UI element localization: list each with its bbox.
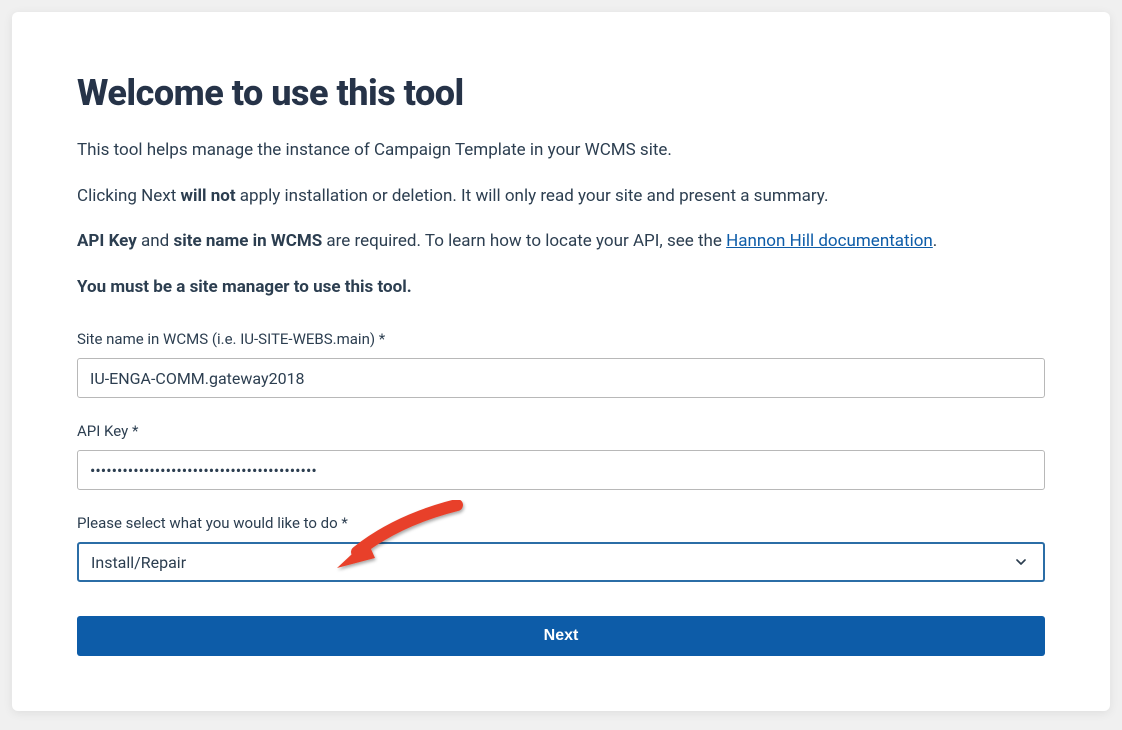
api-key-label: API Key * bbox=[77, 422, 1045, 440]
site-name-input[interactable] bbox=[77, 358, 1045, 398]
page-title: Welcome to use this tool bbox=[77, 72, 1045, 114]
site-name-label: Site name in WCMS (i.e. IU-SITE-WEBS.mai… bbox=[77, 330, 1045, 348]
next-button[interactable]: Next bbox=[77, 616, 1045, 656]
intro-line-1: This tool helps manage the instance of C… bbox=[77, 138, 1045, 164]
action-select-value: Install/Repair bbox=[91, 553, 1011, 572]
action-field: Please select what you would like to do … bbox=[77, 514, 1045, 582]
intro-line-2: Clicking Next will not apply installatio… bbox=[77, 184, 1045, 210]
main-card: Welcome to use this tool This tool helps… bbox=[12, 12, 1110, 711]
api-key-input[interactable] bbox=[77, 450, 1045, 490]
documentation-link[interactable]: Hannon Hill documentation bbox=[726, 231, 933, 251]
form: Site name in WCMS (i.e. IU-SITE-WEBS.mai… bbox=[77, 330, 1045, 656]
chevron-down-icon bbox=[1011, 552, 1031, 572]
site-name-field: Site name in WCMS (i.e. IU-SITE-WEBS.mai… bbox=[77, 330, 1045, 398]
action-select[interactable]: Install/Repair bbox=[77, 542, 1045, 582]
intro-line-3: API Key and site name in WCMS are requir… bbox=[77, 229, 1045, 255]
intro-line-4: You must be a site manager to use this t… bbox=[77, 275, 1045, 301]
action-label: Please select what you would like to do … bbox=[77, 514, 1045, 532]
intro-text: This tool helps manage the instance of C… bbox=[77, 138, 1045, 300]
api-key-field: API Key * bbox=[77, 422, 1045, 490]
